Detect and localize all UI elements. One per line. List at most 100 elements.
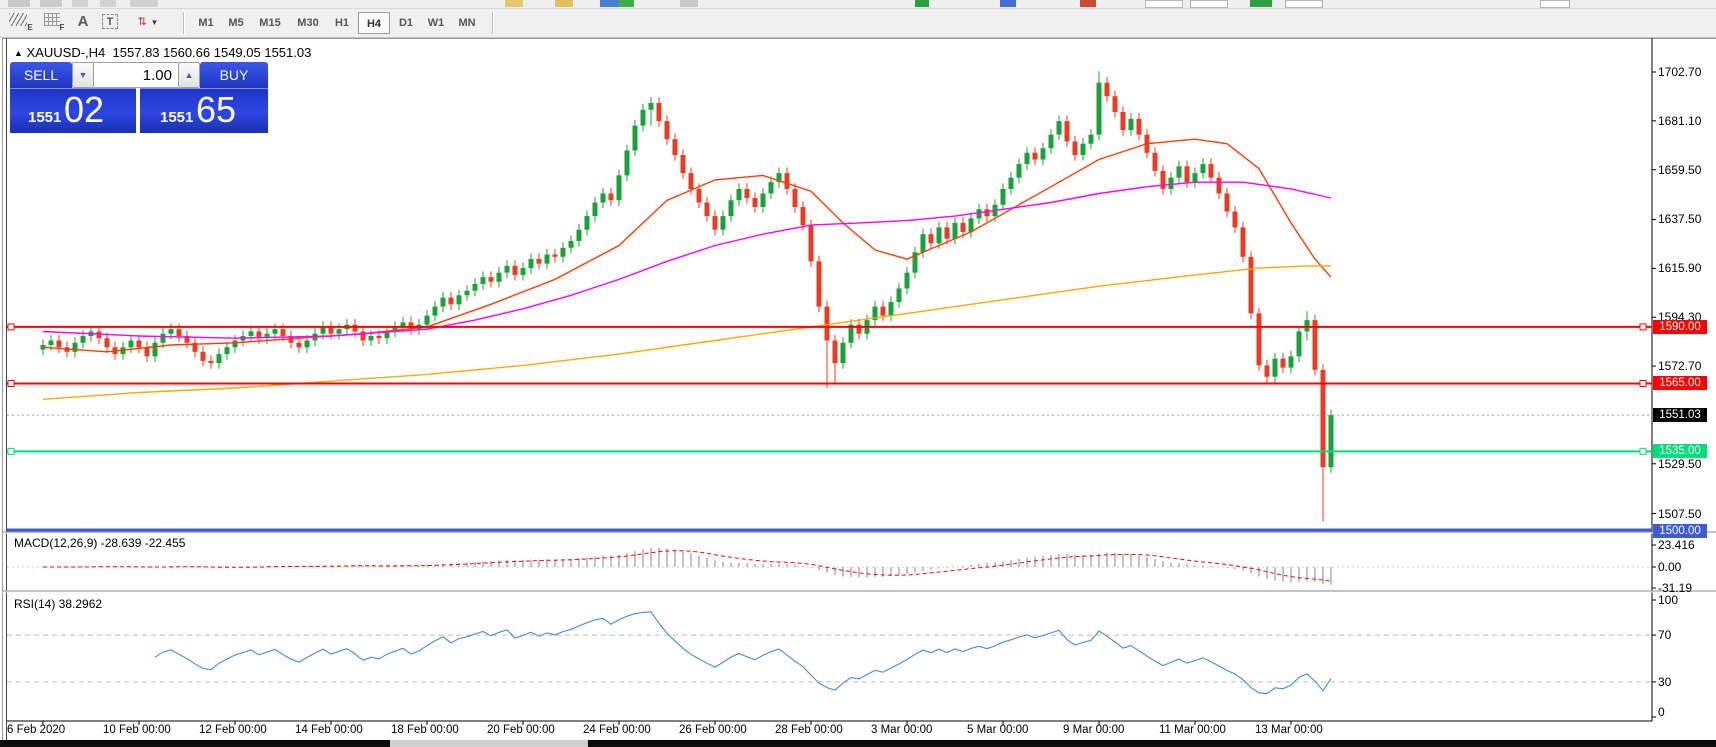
candle-body <box>569 241 574 248</box>
candle-body <box>1033 153 1038 160</box>
price-tick-label: 1637.50 <box>1658 212 1701 226</box>
candle-body <box>929 234 934 243</box>
candle-body <box>545 255 550 264</box>
candle-body <box>497 273 502 282</box>
time-tick-label: 14 Feb 00:00 <box>295 724 363 736</box>
candle-body <box>1289 356 1294 367</box>
candle-body <box>1129 119 1134 130</box>
candle-body <box>1297 331 1302 356</box>
time-tick-label: 12 Feb 00:00 <box>199 724 267 736</box>
time-tick-label: 24 Feb 00:00 <box>583 724 651 736</box>
candle-body <box>1233 212 1238 228</box>
time-tick-label: 3 Mar 00:00 <box>871 724 932 736</box>
candle-body <box>1185 166 1190 182</box>
candle-body <box>953 223 958 239</box>
time-tick-label: 10 Feb 00:00 <box>103 724 171 736</box>
candle-body <box>137 340 142 347</box>
candle-body <box>745 189 750 198</box>
candle-body <box>1169 178 1174 189</box>
time-tick-label: 6 Feb 2020 <box>7 724 65 736</box>
candle-body <box>753 198 758 207</box>
candle-body <box>1265 365 1270 376</box>
price-level-badge: 1565.00 <box>1653 376 1707 390</box>
candle-body <box>713 216 718 230</box>
candle-body <box>977 209 982 218</box>
candle-body <box>433 307 438 316</box>
candle-body <box>721 216 726 230</box>
candle-body <box>1065 121 1070 141</box>
candle-body <box>1257 313 1262 365</box>
candle-body <box>737 189 742 200</box>
candle-body <box>81 336 86 343</box>
candle-body <box>1121 112 1126 130</box>
candle-body <box>73 343 78 352</box>
price-tick-label: 1572.70 <box>1658 359 1701 373</box>
rsi-label: RSI(14) 38.2962 <box>14 597 102 611</box>
time-tick-label: 11 Mar 00:00 <box>1159 724 1226 736</box>
candle-body <box>449 298 454 305</box>
candle-body <box>881 307 886 316</box>
line-end-marker <box>8 380 14 386</box>
candle-body <box>553 255 558 257</box>
candle-body <box>233 340 238 347</box>
candle-body <box>729 200 734 216</box>
candle-body <box>609 193 614 200</box>
candle-body <box>505 266 510 273</box>
candle-body <box>49 340 54 345</box>
candle-body <box>577 230 582 241</box>
candle-body <box>369 336 374 341</box>
candle-body <box>961 223 966 232</box>
candle-body <box>1025 153 1030 164</box>
line-end-marker <box>1640 448 1646 454</box>
fast-ma-line <box>43 139 1331 352</box>
candle-body <box>697 189 702 203</box>
candle-body <box>921 234 926 252</box>
candle-body <box>1057 121 1062 135</box>
candle-body <box>897 288 902 302</box>
rsi-tick-label: 30 <box>1658 675 1671 689</box>
candle-body <box>465 291 470 296</box>
macd-tick-label: 0.00 <box>1658 560 1681 574</box>
current-price-badge: 1551.03 <box>1653 408 1707 422</box>
candle-body <box>1193 173 1198 182</box>
candle-body <box>129 340 134 347</box>
price-tick-label: 1507.50 <box>1658 507 1701 521</box>
chart-canvas[interactable] <box>0 0 1716 747</box>
time-tick-label: 20 Feb 00:00 <box>487 724 555 736</box>
candle-body <box>537 259 542 264</box>
price-level-badge: 1535.00 <box>1653 444 1707 458</box>
candle-body <box>489 277 494 282</box>
candle-body <box>321 327 326 334</box>
macd-tick-label: 23.416 <box>1658 538 1695 552</box>
candle-body <box>1201 164 1206 173</box>
candle-body <box>361 331 366 340</box>
candle-body <box>57 340 62 347</box>
time-tick-label: 13 Mar 00:00 <box>1255 724 1323 736</box>
price-tick-label: 1702.70 <box>1658 65 1701 79</box>
candle-body <box>457 295 462 304</box>
candle-body <box>785 173 790 189</box>
candle-body <box>761 193 766 207</box>
bottom-scroll-bar[interactable] <box>0 740 1716 747</box>
candle-body <box>633 126 638 151</box>
candle-body <box>833 340 838 363</box>
price-level-badge: 1590.00 <box>1653 320 1707 334</box>
scroll-thumb[interactable] <box>390 740 588 747</box>
slow-ma-line <box>43 266 1331 399</box>
candle-body <box>281 329 286 336</box>
candle-body <box>521 268 526 275</box>
candle-body <box>969 218 974 232</box>
candle-body <box>1105 83 1110 97</box>
rsi-tick-label: 100 <box>1658 593 1678 607</box>
line-end-marker <box>1640 324 1646 330</box>
candle-body <box>601 193 606 202</box>
candle-body <box>641 110 646 126</box>
candle-body <box>377 336 382 338</box>
candle-body <box>217 354 222 363</box>
candle-body <box>1089 135 1094 144</box>
candle-body <box>201 352 206 361</box>
candle-body <box>673 139 678 155</box>
price-tick-label: 1659.50 <box>1658 163 1701 177</box>
candle-body <box>593 203 598 217</box>
candle-body <box>1113 96 1118 112</box>
